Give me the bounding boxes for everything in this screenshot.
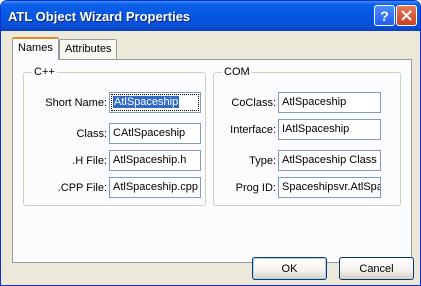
ok-button[interactable]: OK bbox=[252, 257, 327, 280]
coclass-value: AtlSpaceship bbox=[282, 96, 347, 108]
class-value: CAtlSpaceship bbox=[113, 127, 186, 139]
h-file-input[interactable]: AtlSpaceship.h bbox=[109, 150, 201, 171]
com-group: COM CoClass: AtlSpaceship Interface: IAt… bbox=[213, 66, 401, 206]
cpp-group: C++ Short Name: AtlSpaceship Class: CAtl… bbox=[23, 66, 206, 206]
h-file-value: AtlSpaceship.h bbox=[113, 154, 187, 166]
com-group-title: COM bbox=[222, 66, 252, 78]
interface-value: IAtlSpaceship bbox=[282, 123, 350, 135]
help-button[interactable]: ? bbox=[374, 5, 395, 26]
progid-input[interactable]: Spaceshipsvr.AtlSpa bbox=[278, 177, 381, 198]
coclass-label: CoClass: bbox=[231, 97, 276, 109]
cpp-file-value: AtlSpaceship.cpp bbox=[113, 181, 198, 193]
cancel-button[interactable]: Cancel bbox=[339, 257, 414, 280]
cpp-file-input[interactable]: AtlSpaceship.cpp bbox=[109, 177, 201, 198]
tab-attributes[interactable]: Attributes bbox=[59, 39, 118, 60]
close-button[interactable] bbox=[396, 5, 417, 26]
title-bar[interactable]: ATL Object Wizard Properties ? bbox=[1, 1, 420, 31]
tab-attributes-label: Attributes bbox=[65, 43, 112, 55]
close-icon bbox=[401, 10, 412, 21]
dialog-client: Names Attributes C++ Short Name: AtlSpac… bbox=[4, 31, 417, 282]
type-value: AtlSpaceship Class bbox=[282, 154, 377, 166]
help-icon: ? bbox=[380, 7, 389, 24]
ok-button-label: OK bbox=[281, 262, 298, 275]
names-tab-panel: C++ Short Name: AtlSpaceship Class: CAtl… bbox=[12, 59, 412, 263]
interface-label: Interface: bbox=[230, 124, 276, 136]
progid-label: Prog ID: bbox=[235, 182, 276, 194]
short-name-input[interactable]: AtlSpaceship bbox=[109, 92, 201, 113]
class-input[interactable]: CAtlSpaceship bbox=[109, 123, 201, 144]
window-title: ATL Object Wizard Properties bbox=[8, 9, 191, 24]
progid-value: Spaceshipsvr.AtlSpa bbox=[282, 181, 381, 193]
cpp-file-label: .CPP File: bbox=[57, 182, 107, 194]
short-name-value: AtlSpaceship bbox=[113, 96, 180, 108]
interface-input[interactable]: IAtlSpaceship bbox=[278, 119, 381, 140]
tab-names-label: Names bbox=[18, 42, 53, 54]
cpp-group-title: C++ bbox=[32, 66, 57, 78]
cancel-button-label: Cancel bbox=[359, 262, 394, 275]
short-name-label: Short Name: bbox=[45, 97, 107, 109]
class-label: Class: bbox=[76, 128, 107, 140]
tab-names[interactable]: Names bbox=[12, 37, 59, 60]
h-file-label: .H File: bbox=[72, 155, 107, 167]
dialog-window: ATL Object Wizard Properties ? Names Att… bbox=[0, 0, 421, 286]
type-input[interactable]: AtlSpaceship Class bbox=[278, 150, 381, 171]
type-label: Type: bbox=[249, 155, 276, 167]
coclass-input[interactable]: AtlSpaceship bbox=[278, 92, 381, 113]
